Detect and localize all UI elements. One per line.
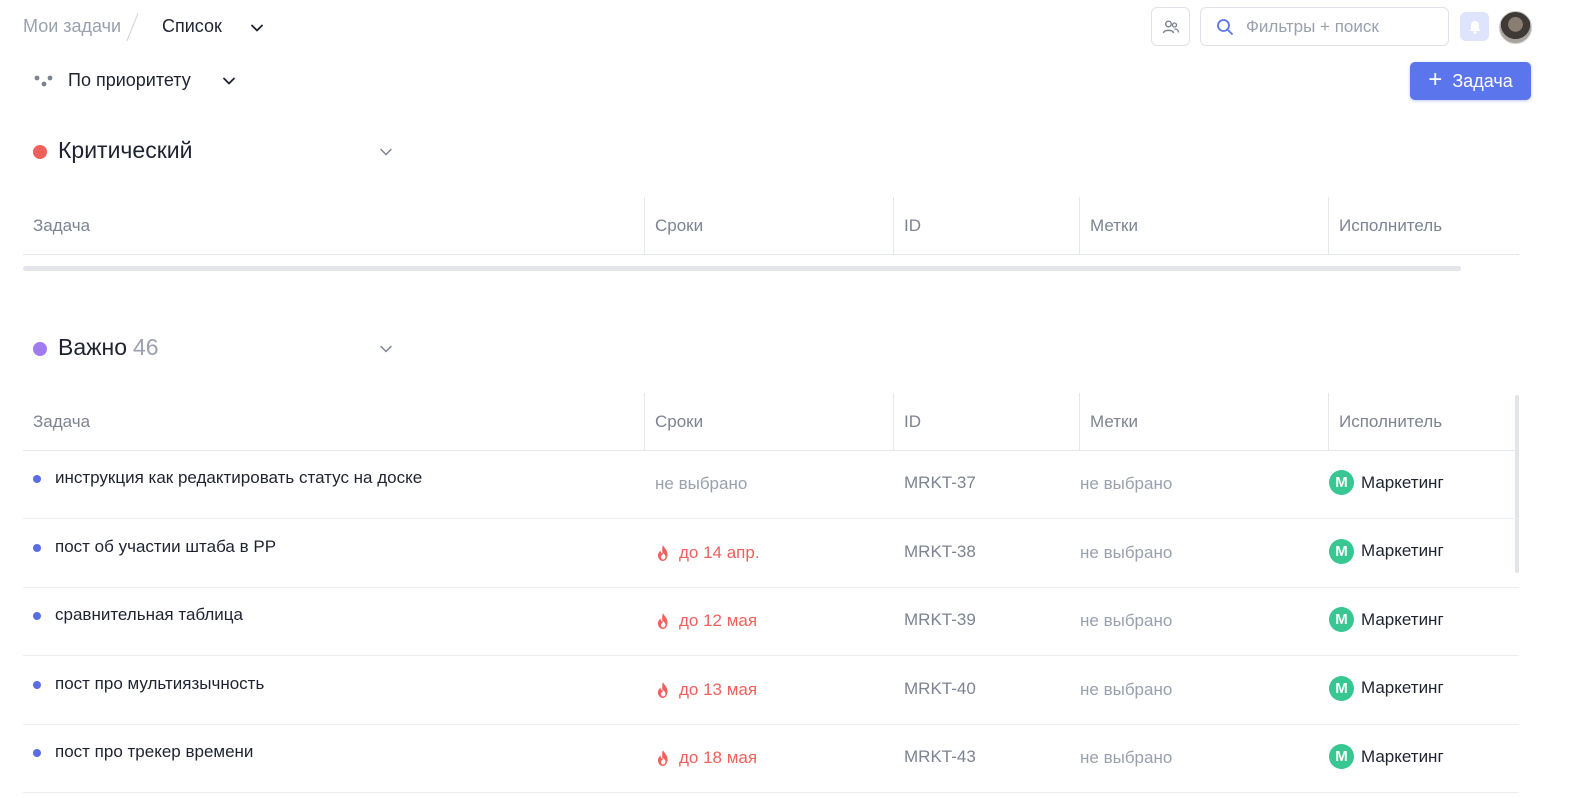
section-title: Важно bbox=[58, 334, 128, 360]
assignee-avatar: М bbox=[1329, 538, 1354, 564]
task-due-text: до 18 мая bbox=[679, 748, 758, 767]
chevron-down-icon[interactable] bbox=[247, 18, 267, 38]
table-row[interactable]: пост об участии штаба в РР до 14 апр. MRKT… bbox=[23, 520, 1519, 588]
task-assignee[interactable]: М Маркетинг bbox=[1329, 538, 1444, 564]
column-header-id[interactable]: ID bbox=[893, 393, 1079, 451]
task-title[interactable]: пост об участии штаба в РР bbox=[55, 537, 276, 557]
section-title: Критический bbox=[58, 137, 193, 163]
add-task-button[interactable]: + Задача bbox=[1410, 62, 1531, 100]
task-due-text: не выбрано bbox=[655, 474, 748, 493]
user-avatar[interactable] bbox=[1499, 11, 1532, 44]
table-row[interactable]: пост про мультиязычность до 13 мая MRKT-40… bbox=[23, 657, 1519, 725]
task-title[interactable]: пост про трекер времени bbox=[55, 742, 253, 762]
column-header-due[interactable]: Сроки bbox=[644, 197, 893, 255]
task-tags[interactable]: не выбрано bbox=[1080, 543, 1172, 563]
chevron-down-icon[interactable] bbox=[378, 144, 394, 160]
column-header-tags[interactable]: Метки bbox=[1079, 197, 1328, 255]
task-id: MRKT-39 bbox=[904, 610, 976, 629]
task-due[interactable]: до 18 мая bbox=[655, 748, 757, 768]
section-count: 46 bbox=[133, 334, 159, 360]
column-header-assignee[interactable]: Исполнитель bbox=[1328, 393, 1519, 451]
fire-icon bbox=[655, 612, 671, 630]
search-icon bbox=[1216, 18, 1234, 36]
task-title[interactable]: сравнительная таблица bbox=[55, 605, 243, 625]
breadcrumb-root[interactable]: Мои задачи bbox=[23, 16, 121, 37]
table-row[interactable]: пост про трекер времени до 18 мая MRKT-43 н… bbox=[23, 725, 1519, 793]
table-row[interactable]: инструкция как редактировать статус на д… bbox=[23, 451, 1519, 519]
task-tags[interactable]: не выбрано bbox=[1080, 611, 1172, 631]
column-header-assignee[interactable]: Исполнитель bbox=[1328, 197, 1519, 255]
task-bullet bbox=[33, 680, 41, 689]
column-header-task[interactable]: Задача bbox=[23, 197, 644, 255]
assignee-avatar: М bbox=[1329, 607, 1354, 632]
task-due-text: до 13 мая bbox=[679, 679, 758, 699]
task-id: MRKT-37 bbox=[904, 473, 976, 492]
task-due[interactable]: до 13 мая bbox=[655, 680, 757, 700]
column-header-due[interactable]: Сроки bbox=[644, 393, 893, 451]
bell-icon bbox=[1469, 20, 1480, 34]
view-switcher-label[interactable]: Список bbox=[162, 16, 222, 37]
task-id: MRKT-40 bbox=[904, 678, 976, 698]
plus-icon: + bbox=[1428, 66, 1443, 93]
members-button[interactable] bbox=[1151, 7, 1190, 46]
task-bullet bbox=[33, 543, 41, 552]
task-id: MRKT-43 bbox=[904, 747, 976, 766]
task-due[interactable]: не выбрано bbox=[655, 474, 747, 494]
fire-icon bbox=[655, 544, 671, 562]
fire-icon bbox=[655, 681, 671, 699]
priority-dot bbox=[33, 145, 47, 159]
task-due-text: до 12 мая bbox=[679, 611, 758, 630]
group-by-icon[interactable] bbox=[33, 73, 53, 89]
table-row[interactable]: сравнительная таблица до 12 мая MRKT-39 не … bbox=[23, 588, 1519, 656]
task-tags[interactable]: не выбрано bbox=[1080, 474, 1172, 494]
task-due[interactable]: до 14 апр. bbox=[655, 543, 760, 563]
assignee-avatar: М bbox=[1329, 675, 1354, 701]
task-title[interactable]: инструкция как редактировать статус на д… bbox=[55, 468, 422, 488]
task-bullet bbox=[33, 612, 41, 620]
search-box[interactable] bbox=[1200, 7, 1449, 46]
add-task-label: Задача bbox=[1452, 70, 1513, 91]
task-assignee[interactable]: М Маркетинг bbox=[1329, 744, 1444, 769]
column-header-id[interactable]: ID bbox=[893, 197, 1079, 255]
assignee-name: Маркетинг bbox=[1361, 678, 1444, 697]
assignee-name: Маркетинг bbox=[1361, 746, 1444, 766]
search-input[interactable] bbox=[1246, 8, 1441, 45]
task-id: MRKT-38 bbox=[904, 541, 976, 561]
assignee-avatar: М bbox=[1329, 470, 1354, 495]
table-header: Задача Сроки ID Метки Исполнитель bbox=[23, 197, 1519, 255]
top-bar: Мои задачи Список bbox=[0, 0, 1575, 54]
task-tags[interactable]: не выбрано bbox=[1080, 748, 1172, 768]
assignee-name: Маркетинг bbox=[1361, 472, 1444, 492]
section-title-wrap: Важно 46 bbox=[58, 334, 159, 361]
chevron-down-icon[interactable] bbox=[378, 341, 394, 357]
column-header-tags[interactable]: Метки bbox=[1079, 393, 1328, 451]
assignee-avatar: М bbox=[1329, 744, 1354, 769]
task-assignee[interactable]: М Маркетинг bbox=[1329, 470, 1444, 495]
task-due[interactable]: до 12 мая bbox=[655, 611, 757, 631]
notifications-button[interactable] bbox=[1460, 12, 1489, 41]
table-header: Задача Сроки ID Метки Исполнитель bbox=[23, 393, 1519, 451]
assignee-name: Маркетинг bbox=[1361, 609, 1444, 629]
task-tags[interactable]: не выбрано bbox=[1080, 680, 1172, 700]
assignee-name: Маркетинг bbox=[1361, 541, 1444, 560]
horizontal-scrollbar[interactable] bbox=[23, 266, 1461, 271]
task-title[interactable]: пост про мультиязычность bbox=[55, 674, 264, 694]
task-assignee[interactable]: М Маркетинг bbox=[1329, 675, 1444, 701]
column-header-task[interactable]: Задача bbox=[23, 393, 644, 451]
chevron-down-icon[interactable] bbox=[219, 71, 239, 91]
task-bullet bbox=[33, 475, 41, 483]
group-by-label[interactable]: По приоритету bbox=[68, 70, 191, 91]
people-icon bbox=[1162, 20, 1179, 33]
task-assignee[interactable]: М Маркетинг bbox=[1329, 607, 1444, 632]
task-due-text: до 14 апр. bbox=[679, 542, 760, 562]
priority-dot bbox=[33, 342, 47, 356]
task-bullet bbox=[33, 749, 41, 757]
fire-icon bbox=[655, 749, 671, 767]
breadcrumb-separator bbox=[126, 12, 139, 42]
